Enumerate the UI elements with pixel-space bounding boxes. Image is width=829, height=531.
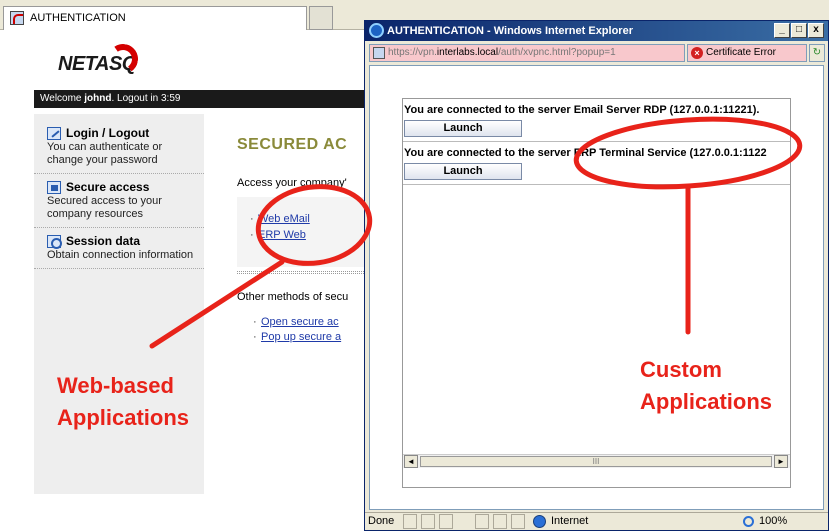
status-cell: [493, 514, 507, 529]
sidebar-item-title: Session data: [66, 234, 141, 248]
connection-row: You are connected to the server ERP Term…: [403, 143, 790, 183]
connection-text: You are connected to the server Email Se…: [404, 104, 760, 116]
page-icon: [10, 11, 24, 25]
error-icon: ×: [691, 47, 703, 59]
url-path: /auth/xvpnc.html?popup=1: [498, 47, 616, 58]
url-host: interlabs.local: [436, 47, 499, 58]
welcome-user: johnd: [84, 93, 112, 104]
web-email-link[interactable]: Web eMail: [250, 213, 310, 225]
custom-label-line2: Applications: [640, 389, 773, 414]
globe-icon: [533, 515, 546, 528]
sidebar-item-title: Secure access: [66, 180, 150, 194]
launch-button[interactable]: Launch: [404, 120, 522, 137]
sidebar-item-login[interactable]: Login / Logout You can authenticate or c…: [34, 122, 204, 174]
sidebar-item-title: Login / Logout: [66, 126, 150, 140]
popup-window: AUTHENTICATION - Windows Internet Explor…: [364, 20, 829, 531]
sidebar: Login / Logout You can authenticate or c…: [34, 114, 204, 494]
horizontal-scrollbar[interactable]: ◄ III ►: [403, 454, 790, 468]
status-cell: [421, 514, 435, 529]
tab-label: AUTHENTICATION: [30, 12, 126, 24]
vpn-applet: You are connected to the server Email Se…: [402, 98, 791, 488]
status-cell: [403, 514, 417, 529]
url-field[interactable]: https://vpn.interlabs.local/auth/xvpnc.h…: [369, 44, 685, 62]
cert-error-label: Certificate Error: [706, 47, 777, 58]
scroll-left-icon[interactable]: ◄: [404, 455, 418, 468]
popup-title-bar[interactable]: AUTHENTICATION - Windows Internet Explor…: [365, 21, 828, 41]
other-methods-text: Other methods of secu: [237, 291, 349, 303]
screenshot-stage: AUTHENTICATION NETASQ Welcome johnd. Log…: [0, 0, 829, 531]
web-based-label-line1: Web-based: [57, 373, 174, 398]
scroll-right-icon[interactable]: ►: [774, 455, 788, 468]
sidebar-item-desc: You can authenticate or change your pass…: [47, 141, 163, 166]
security-zone[interactable]: Internet: [533, 513, 588, 529]
address-bar: https://vpn.interlabs.local/auth/xvpnc.h…: [367, 43, 826, 63]
page-icon: [373, 47, 385, 59]
status-text: Done: [368, 515, 395, 527]
access-text: Access your company': [237, 177, 347, 189]
connection-text: You are connected to the server ERP Term…: [404, 147, 767, 159]
open-secure-access-link[interactable]: Open secure ac: [253, 316, 339, 328]
sidebar-item-session-data[interactable]: Session data Obtain connection informati…: [34, 230, 204, 269]
connection-row: You are connected to the server Email Se…: [403, 100, 790, 140]
zoom-icon: [743, 516, 754, 527]
data-icon: [47, 234, 62, 249]
status-cell: [439, 514, 453, 529]
zoom-label: 100%: [759, 515, 788, 527]
welcome-prefix: Welcome: [40, 93, 85, 104]
status-bar: Done Internet 100%: [365, 512, 828, 530]
scroll-thumb[interactable]: III: [420, 456, 772, 467]
divider: [403, 141, 790, 142]
minimize-button[interactable]: _: [774, 23, 790, 38]
welcome-bar: Welcome johnd. Logout in 3:59: [34, 90, 370, 108]
page-title: SECURED AC: [237, 136, 348, 153]
popup-secure-access-link[interactable]: Pop up secure a: [253, 331, 341, 343]
certificate-error-button[interactable]: × Certificate Error: [687, 44, 807, 62]
refresh-icon[interactable]: ↻: [809, 44, 825, 62]
sidebar-item-desc: Obtain connection information: [47, 249, 194, 261]
status-cell: [475, 514, 489, 529]
browser-tab-authentication[interactable]: AUTHENTICATION: [3, 6, 307, 30]
sidebar-item-secure-access[interactable]: Secure access Secured access to your com…: [34, 176, 204, 228]
pen-icon: [47, 126, 61, 140]
close-button[interactable]: x: [808, 23, 824, 38]
zoom-control[interactable]: 100%: [743, 513, 787, 529]
welcome-suffix: . Logout in 3:59: [111, 93, 181, 104]
popup-title: AUTHENTICATION - Windows Internet Explor…: [387, 25, 633, 37]
sidebar-item-desc: Secured access to your company resources: [47, 195, 162, 220]
url-prefix: https://vpn.: [388, 47, 437, 58]
erp-web-link[interactable]: ERP Web: [250, 229, 306, 241]
web-based-label-line2: Applications: [57, 405, 190, 430]
ie-icon: [369, 23, 384, 38]
zone-label: Internet: [551, 515, 589, 527]
custom-label-line1: Custom: [640, 357, 722, 382]
maximize-button[interactable]: □: [791, 23, 807, 38]
launch-button[interactable]: Launch: [404, 163, 522, 180]
status-cell: [511, 514, 525, 529]
popup-content: You are connected to the server Email Se…: [369, 65, 824, 510]
lock-icon: [47, 180, 61, 194]
divider: [403, 184, 790, 185]
divider: [237, 271, 370, 274]
new-tab-button[interactable]: [309, 6, 333, 30]
